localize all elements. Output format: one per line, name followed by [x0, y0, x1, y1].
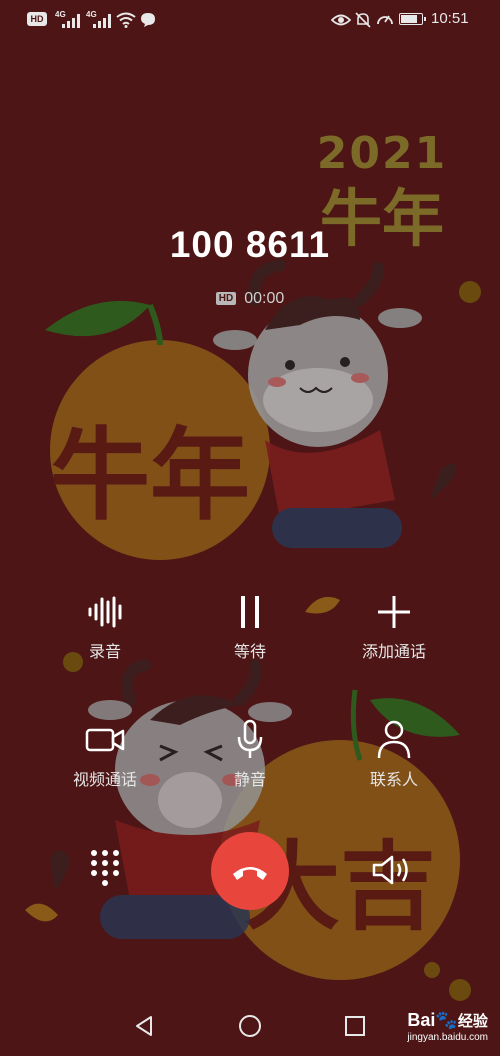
back-nav-button[interactable] [132, 1014, 156, 1038]
wallpaper-year: 2021 [317, 128, 447, 179]
paw-logo-icon: 🐾 [435, 1010, 458, 1030]
mute-button[interactable]: 静音 [190, 718, 310, 790]
video-call-label: 视频通话 [72, 770, 137, 789]
dialpad-icon[interactable] [88, 848, 122, 890]
end-call-button[interactable] [211, 832, 289, 910]
contacts-label: 联系人 [369, 770, 418, 789]
hang-up-icon [233, 867, 267, 880]
contacts-button[interactable]: 联系人 [334, 718, 454, 790]
watermark-url: jingyan.baidu.com [407, 1032, 488, 1043]
plus-icon [378, 596, 410, 628]
clock: 10:51 [431, 10, 469, 27]
record-button[interactable]: 录音 [45, 590, 165, 662]
home-nav-button[interactable] [238, 1014, 262, 1038]
call-timer: HD 00:00 [0, 290, 500, 308]
hold-label: 等待 [233, 642, 266, 661]
wifi-icon [116, 12, 136, 28]
speed-gauge-icon [377, 15, 393, 25]
hd-call-badge: HD [215, 292, 237, 305]
speaker-icon[interactable] [370, 852, 416, 888]
watermark-brand-suffix: 经验 [457, 1013, 488, 1030]
mute-bell-icon [355, 12, 371, 28]
video-call-button[interactable]: 视频通话 [45, 718, 165, 790]
hold-button[interactable]: 等待 [190, 590, 310, 662]
status-bar: HD 4G 4G 10:51 [0, 0, 500, 40]
signal-1-icon [62, 14, 80, 28]
video-camera-icon [85, 728, 125, 752]
pause-icon [241, 596, 259, 628]
message-icon [141, 13, 155, 27]
phone-number: 100 8611 [169, 224, 331, 265]
add-call-button[interactable]: 添加通话 [334, 590, 454, 662]
battery-icon [399, 13, 426, 25]
eye-comfort-icon [331, 14, 351, 26]
recents-nav-button[interactable] [344, 1015, 366, 1037]
call-duration: 00:00 [244, 290, 285, 307]
waveform-icon [88, 596, 122, 628]
hd-voice-icon: HD [27, 12, 47, 26]
orange-left-text: 牛年 [50, 417, 250, 534]
watermark-brand: Bai [407, 1010, 436, 1030]
baidu-watermark: Bai🐾经验 jingyan.baidu.com [407, 1010, 488, 1043]
add-call-label: 添加通话 [361, 642, 426, 661]
signal-2-icon [93, 14, 111, 28]
record-label: 录音 [88, 642, 121, 661]
microphone-icon [237, 719, 263, 758]
person-icon [377, 720, 411, 759]
mute-label: 静音 [233, 770, 266, 789]
